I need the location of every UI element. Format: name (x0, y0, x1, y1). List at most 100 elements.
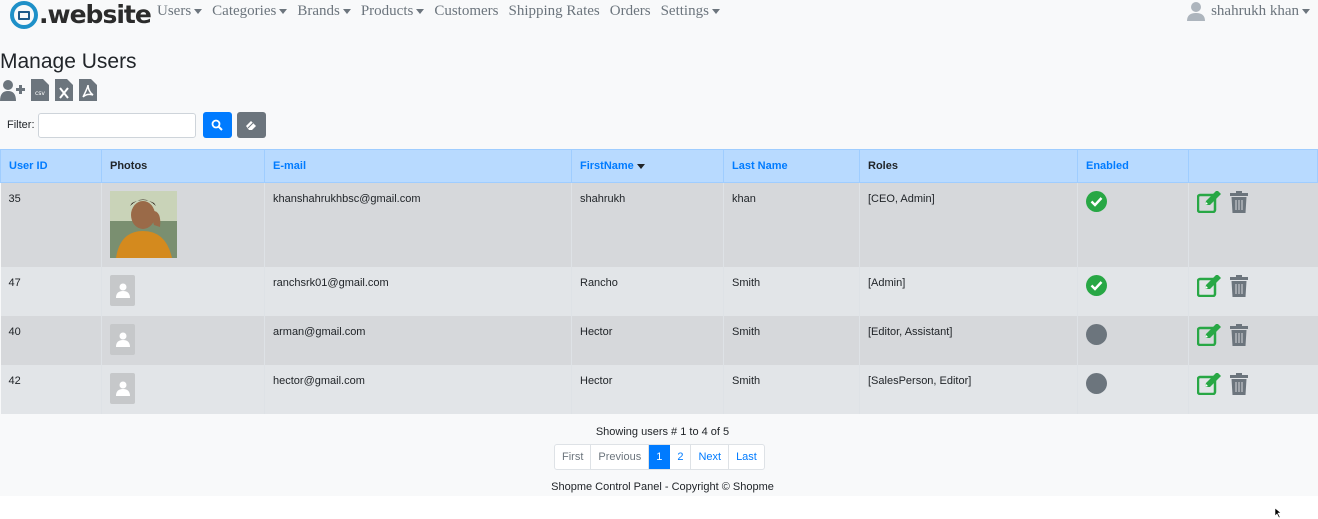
disabled-circle-icon[interactable] (1086, 372, 1107, 394)
cell-photo (101, 315, 265, 365)
search-button[interactable] (202, 112, 232, 138)
nav-item-label: Customers (434, 3, 499, 19)
cell-roles: [Admin] (859, 266, 1078, 316)
user-menu[interactable]: shahrukh khan (1186, 1, 1310, 21)
csv-export-icon[interactable]: csv (31, 79, 49, 101)
cell-roles: [Editor, Assistant] (859, 315, 1078, 365)
edit-icon[interactable] (1197, 274, 1221, 297)
pagination-info: Showing users # 1 to 4 of 5 (595, 426, 730, 438)
users-table: User ID Photos E-mail FirstName Last Nam… (0, 149, 1318, 414)
logo-text: .website (39, 0, 152, 29)
header-email[interactable]: E-mail (264, 149, 572, 183)
header-photos: Photos (101, 149, 265, 183)
cell-lastname: Smith (723, 266, 860, 316)
table-row: 47 ranchsrk01@gmail.com Rancho Smith [Admin] (0, 266, 1318, 316)
cell-enabled (1077, 315, 1189, 365)
header-lastname[interactable]: Last Name (723, 149, 860, 183)
cell-user-id: 35 (0, 182, 102, 267)
page-first[interactable]: First (555, 445, 592, 469)
cell-email: ranchsrk01@gmail.com (264, 266, 572, 316)
nav-item-label: Products (360, 3, 414, 19)
chevron-down-icon (342, 9, 351, 14)
delete-icon[interactable] (1230, 372, 1248, 395)
cell-actions (1188, 315, 1318, 365)
nav-item-shipping-rates[interactable]: Shipping Rates (504, 3, 605, 20)
page-1[interactable]: 1 (649, 445, 671, 469)
cell-actions (1188, 266, 1318, 316)
delete-icon[interactable] (1230, 191, 1248, 213)
edit-icon[interactable] (1197, 323, 1221, 346)
mouse-cursor-icon (1275, 508, 1282, 518)
user-name: shahrukh khan (1211, 2, 1299, 19)
cell-lastname: Smith (723, 364, 860, 414)
default-avatar-icon (110, 274, 135, 306)
svg-text:csv: csv (35, 90, 45, 97)
nav-item-products[interactable]: Products (356, 3, 430, 20)
default-avatar-icon (110, 372, 135, 404)
enabled-check-icon[interactable] (1086, 191, 1107, 212)
nav-item-label: Shipping Rates (508, 3, 600, 19)
cell-actions (1188, 182, 1318, 267)
cell-enabled (1077, 364, 1189, 414)
nav-item-customers[interactable]: Customers (429, 3, 503, 20)
filter-input[interactable] (37, 112, 196, 138)
cell-enabled (1077, 182, 1189, 267)
chevron-down-icon (1302, 8, 1310, 14)
nav-item-settings[interactable]: Settings (656, 3, 725, 20)
nav-item-label: Settings (660, 3, 709, 19)
page-next[interactable]: Next (691, 445, 730, 469)
header-firstname-label: FirstName (580, 160, 634, 172)
cell-photo (101, 364, 265, 414)
page-last[interactable]: Last (729, 445, 764, 469)
chevron-down-icon (194, 9, 203, 14)
cell-actions (1188, 364, 1318, 414)
excel-export-icon[interactable] (55, 79, 73, 101)
nav-menu: Users Categories Brands Products Customers Sh… (152, 3, 725, 20)
add-user-icon[interactable] (0, 79, 25, 101)
filter-form: Filter: (7, 112, 266, 138)
cell-firstname: shahrukh (571, 182, 724, 267)
page-2[interactable]: 2 (670, 445, 692, 469)
table-row: 40 arman@gmail.com Hector Smith [Editor, Ass… (0, 315, 1318, 365)
cell-firstname: Hector (571, 315, 724, 365)
page-title: Manage Users (0, 50, 137, 73)
delete-icon[interactable] (1230, 274, 1248, 297)
cell-user-id: 42 (0, 364, 102, 414)
cell-user-id: 40 (0, 315, 102, 365)
table-row: 42 hector@gmail.com Hector Smith [SalesPerso… (0, 364, 1318, 414)
edit-icon[interactable] (1197, 191, 1221, 213)
user-icon (1187, 2, 1206, 21)
search-icon (211, 119, 223, 131)
cell-firstname: Rancho (571, 266, 724, 316)
cell-email: khanshahrukhbsc@gmail.com (264, 182, 572, 267)
table-header-row: User ID Photos E-mail FirstName Last Nam… (0, 149, 1318, 183)
brand-logo[interactable]: .website (10, 0, 152, 30)
header-firstname[interactable]: FirstName (571, 149, 724, 183)
cell-user-id: 47 (0, 266, 102, 316)
enabled-check-icon[interactable] (1086, 274, 1107, 296)
cell-photo (101, 266, 265, 316)
clear-filter-button[interactable] (236, 112, 266, 138)
default-avatar-icon (110, 323, 135, 355)
nav-item-categories[interactable]: Categories (207, 3, 292, 20)
nav-item-label: Users (157, 3, 192, 19)
page-previous[interactable]: Previous (591, 445, 650, 469)
nav-item-orders[interactable]: Orders (605, 3, 656, 20)
nav-item-brands[interactable]: Brands (292, 3, 356, 20)
cell-lastname: khan (723, 182, 860, 267)
disabled-circle-icon[interactable] (1086, 323, 1107, 345)
pdf-export-icon[interactable] (79, 79, 97, 101)
sort-desc-icon (636, 164, 645, 169)
header-roles: Roles (859, 149, 1078, 183)
chevron-down-icon (711, 9, 720, 14)
pagination: First Previous 1 2 Next Last (554, 444, 765, 470)
edit-icon[interactable] (1197, 372, 1221, 395)
nav-item-users[interactable]: Users (152, 3, 207, 20)
header-enabled[interactable]: Enabled (1077, 149, 1189, 183)
cell-lastname: Smith (723, 315, 860, 365)
header-user-id[interactable]: User ID (0, 149, 102, 183)
cell-email: hector@gmail.com (264, 364, 572, 414)
delete-icon[interactable] (1230, 323, 1248, 346)
table-row: 35 khanshahrukhbsc@gmail.com shahrukh khan[… (0, 182, 1318, 267)
cell-email: arman@gmail.com (264, 315, 572, 365)
